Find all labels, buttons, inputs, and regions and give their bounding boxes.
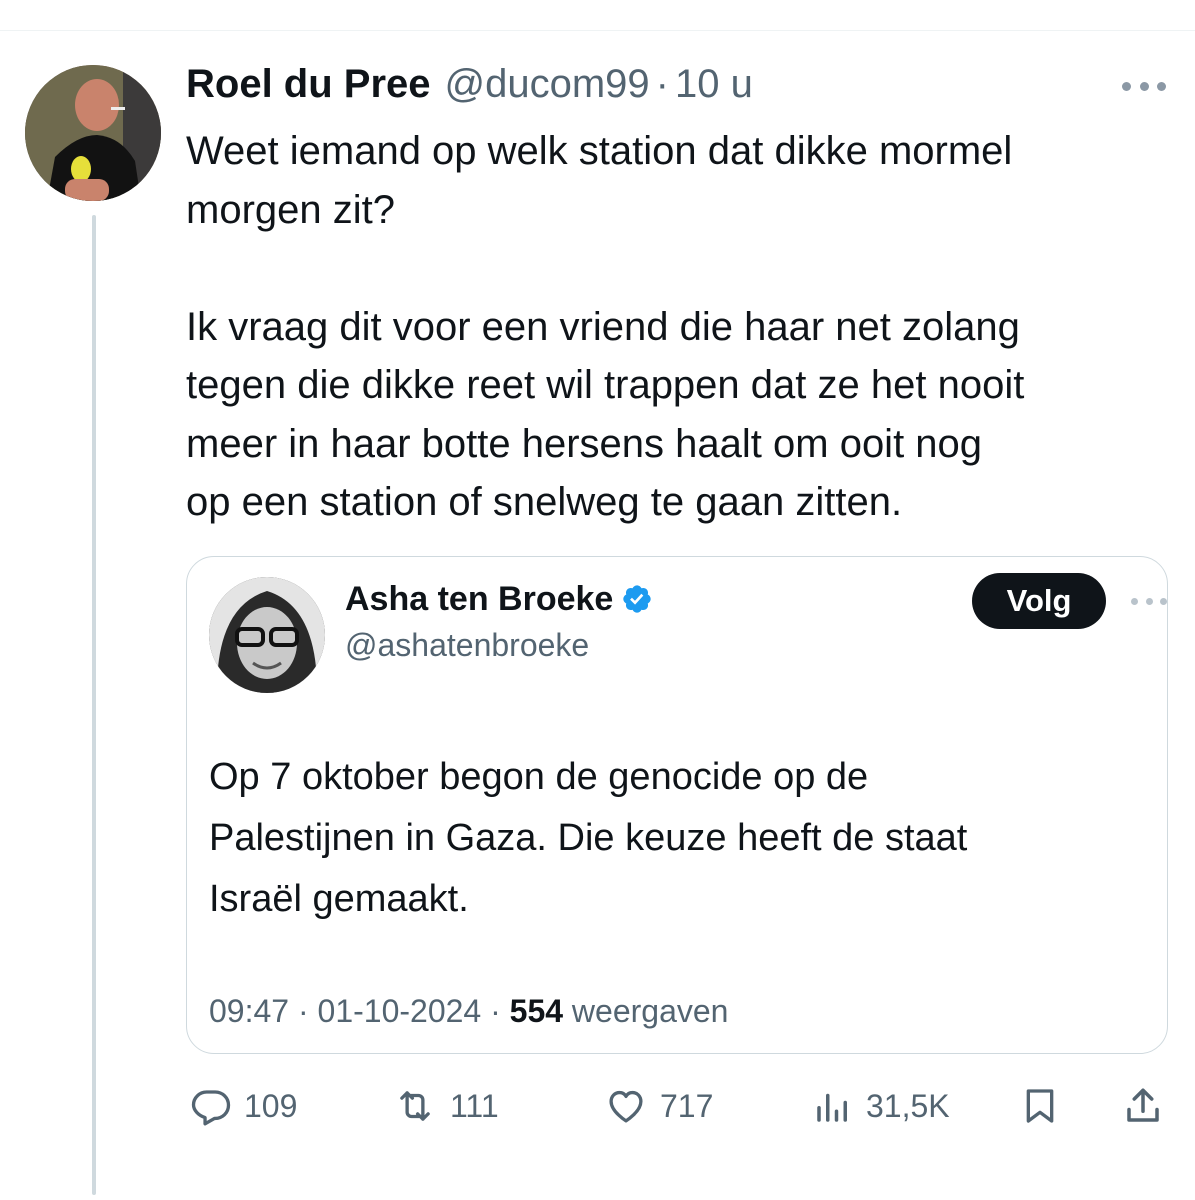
tweet-text: Weet iemand op welk station dat dikke mo… <box>186 129 1025 524</box>
repost-icon <box>400 1091 430 1121</box>
bar-chart-icon <box>817 1093 847 1122</box>
repost-count: 111 <box>450 1087 499 1124</box>
quoted-tweet-text: Op 7 oktober begon de genocide op de Pal… <box>209 756 968 920</box>
quoted-date: 01-10-2024 <box>317 993 482 1029</box>
quoted-tweet[interactable]: Asha ten Broeke @ashatenbroeke Volg Op 7… <box>186 556 1168 1054</box>
repost-button[interactable]: 111 <box>392 1084 499 1128</box>
like-button[interactable]: 717 <box>604 1084 713 1128</box>
author-name[interactable]: Roel du Pree <box>186 62 431 107</box>
bookmark-icon <box>1026 1089 1054 1123</box>
heart-icon <box>609 1090 643 1123</box>
meta-separator: · <box>297 993 309 1029</box>
quoted-tweet-meta: 09:47 · 01-10-2024 · 554 weergaven <box>209 993 728 1030</box>
thread-line <box>92 215 96 1195</box>
tweet-time[interactable]: 10 u <box>675 62 753 107</box>
avatar-photo-icon <box>25 65 161 201</box>
tweet-view: Roel du Pree @ducom99 · 10 u Weet iemand… <box>0 0 1195 1200</box>
quoted-avatar-photo-icon <box>209 577 325 693</box>
share-icon <box>1127 1088 1159 1122</box>
verified-badge-icon <box>621 583 653 615</box>
quoted-views-count: 554 <box>509 993 564 1029</box>
more-options-icon[interactable] <box>1122 76 1166 96</box>
divider <box>0 30 1195 31</box>
quoted-name-row: Asha ten Broeke <box>345 579 653 619</box>
quoted-author-handle[interactable]: @ashatenbroeke <box>345 627 589 664</box>
quoted-views-label: weergaven <box>571 993 729 1029</box>
like-count: 717 <box>660 1087 714 1124</box>
separator-dot: · <box>655 62 669 106</box>
author-avatar[interactable] <box>25 65 161 201</box>
follow-button[interactable]: Volg <box>972 573 1106 629</box>
views-button[interactable]: 31,5K <box>812 1084 950 1128</box>
meta-separator: · <box>490 993 501 1029</box>
view-count: 31,5K <box>866 1087 950 1124</box>
share-button[interactable] <box>1122 1084 1164 1128</box>
quoted-time: 09:47 <box>209 993 290 1029</box>
reply-count: 109 <box>244 1087 298 1124</box>
reply-icon <box>191 1090 231 1126</box>
reply-button[interactable]: 109 <box>190 1084 297 1128</box>
quoted-author-name[interactable]: Asha ten Broeke <box>345 580 613 619</box>
quoted-author-avatar[interactable] <box>209 577 325 693</box>
bookmark-button[interactable] <box>1020 1084 1060 1128</box>
quoted-more-options-icon[interactable] <box>1131 595 1167 607</box>
author-handle[interactable]: @ducom99 <box>445 62 650 107</box>
tweet-header: Roel du Pree @ducom99 · 10 u <box>186 62 753 114</box>
